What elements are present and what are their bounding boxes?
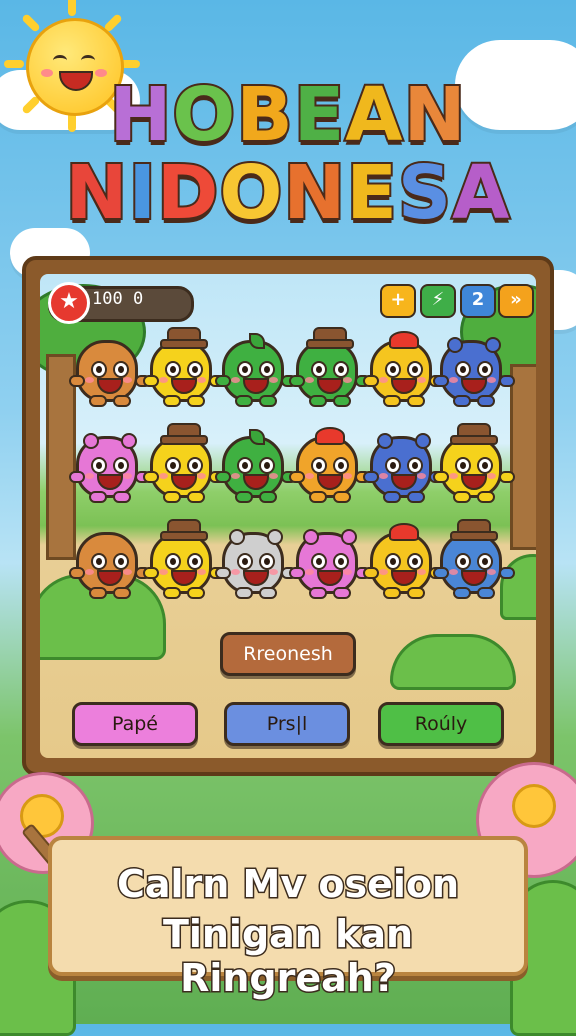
game-title-line-2: NIDONESA	[0, 148, 576, 238]
creature-piece[interactable]	[433, 519, 515, 599]
title-letter: N	[64, 148, 130, 238]
creature-piece[interactable]	[363, 523, 445, 599]
leaf-icon	[249, 333, 265, 349]
pape-button[interactable]: Papé	[72, 702, 198, 746]
prsil-button[interactable]: Prs|l	[224, 702, 350, 746]
bush-right-edge	[500, 554, 536, 620]
next-button[interactable]: »	[498, 284, 534, 318]
creature-piece[interactable]	[69, 433, 151, 503]
crest-icon	[389, 331, 419, 349]
title-letter: O	[170, 70, 237, 160]
star-icon: ★	[48, 282, 90, 324]
crest-icon	[315, 427, 345, 445]
tree-trunk-right	[510, 364, 536, 550]
rouly-button[interactable]: Roúly	[378, 702, 504, 746]
creature-piece[interactable]	[363, 331, 445, 407]
flower-right-center	[512, 784, 556, 828]
creature-piece[interactable]	[143, 519, 225, 599]
title-letter: N	[281, 148, 347, 238]
game-title-line-1: HOBEAN	[0, 70, 576, 160]
banner-line-1: Calrn Mv oseion	[115, 861, 460, 908]
level-button[interactable]: 2	[460, 284, 496, 318]
question-banner: Calrn Mv oseion Tinigan kan Ringreah?	[48, 836, 528, 1002]
title-letter: S	[396, 148, 453, 238]
game-board	[22, 256, 554, 776]
leaf-icon	[249, 429, 265, 445]
creature-piece[interactable]	[143, 423, 225, 503]
banner-line-2: Tinigan kan Ringreah?	[161, 911, 414, 1002]
title-letter: E	[344, 148, 399, 238]
creature-piece[interactable]	[215, 429, 297, 503]
creature-piece[interactable]	[289, 427, 371, 503]
bush-right	[390, 634, 516, 690]
title-letter: A	[343, 70, 404, 160]
title-letter: H	[107, 70, 173, 160]
hat-icon	[160, 423, 208, 445]
crest-icon	[389, 523, 419, 541]
creature-piece[interactable]	[363, 433, 445, 503]
title-letter: A	[450, 148, 511, 238]
title-letter: D	[155, 148, 220, 238]
plus-button[interactable]: +	[380, 284, 416, 318]
creature-piece[interactable]	[143, 327, 225, 407]
hat-icon	[450, 519, 498, 541]
creature-piece[interactable]	[215, 333, 297, 407]
score-value: 100 0	[92, 289, 144, 309]
hat-icon	[160, 327, 208, 349]
creature-piece[interactable]	[433, 423, 515, 503]
title-letter: O	[217, 148, 284, 238]
title-letter: B	[234, 70, 294, 160]
creature-piece[interactable]	[433, 337, 515, 407]
hat-icon	[306, 327, 354, 349]
title-letter: I	[127, 148, 159, 238]
creature-piece[interactable]	[215, 529, 297, 599]
refresh-button[interactable]: Rreonesh	[220, 632, 356, 676]
hat-icon	[450, 423, 498, 445]
creature-piece[interactable]	[69, 340, 151, 407]
creature-piece[interactable]	[69, 532, 151, 599]
bolt-button[interactable]: ⚡	[420, 284, 456, 318]
creature-piece[interactable]	[289, 529, 371, 599]
title-letter: N	[402, 70, 468, 160]
hat-icon	[160, 519, 208, 541]
creature-piece[interactable]	[289, 327, 371, 407]
title-letter: E	[292, 70, 347, 160]
